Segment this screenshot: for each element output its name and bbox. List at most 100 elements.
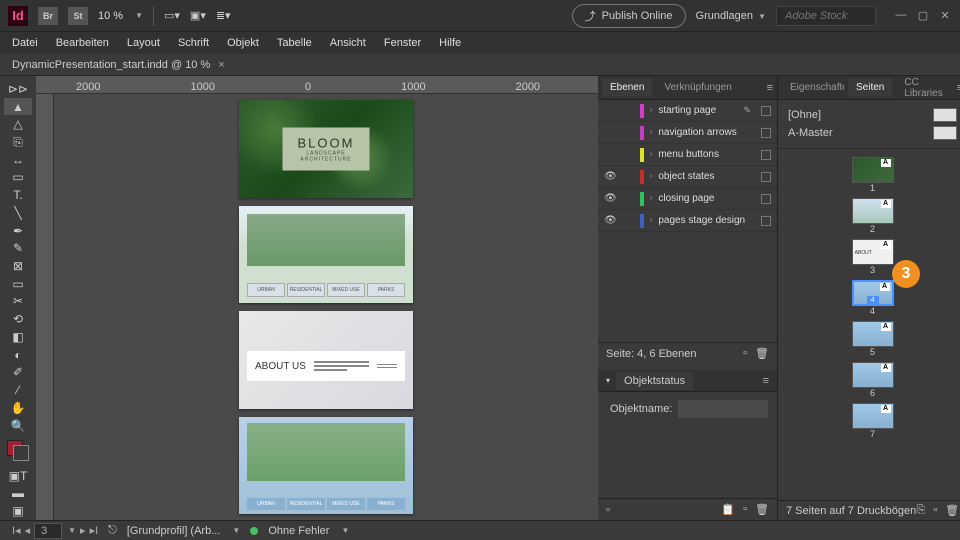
expand-arrow-icon[interactable]: › [650, 173, 652, 180]
menu-fenster[interactable]: Fenster [384, 37, 421, 49]
preflight-text[interactable]: Ohne Fehler [268, 525, 329, 537]
master-none[interactable]: [Ohne] [788, 109, 821, 121]
menu-hilfe[interactable]: Hilfe [439, 37, 461, 49]
menu-ansicht[interactable]: Ansicht [330, 37, 366, 49]
page-thumbnail[interactable]: A [852, 239, 894, 265]
stock-icon[interactable]: St [68, 7, 88, 25]
zoom-tool[interactable]: 🔍 [4, 417, 32, 435]
document-canvas[interactable]: 200010000100020003000 BLOOMLANDSCAPE ARC… [36, 76, 598, 520]
close-tab-icon[interactable]: × [218, 59, 224, 71]
selection-indicator[interactable] [761, 106, 771, 116]
pasteboard[interactable]: BLOOMLANDSCAPE ARCHITECTURE URBANRESIDEN… [54, 94, 598, 520]
layer-name[interactable]: closing page [658, 193, 755, 204]
page-spread-3[interactable]: ABOUT US [239, 311, 413, 409]
content-collector-tool[interactable]: ▭ [4, 169, 32, 187]
workspace-switcher[interactable]: Grundlagen ▼ [696, 10, 766, 22]
menu-bearbeiten[interactable]: Bearbeiten [56, 37, 109, 49]
expand-arrow-icon[interactable]: › [650, 129, 652, 136]
layer-name[interactable]: pages stage design [658, 215, 755, 226]
visibility-icon[interactable]: 👁 [604, 171, 616, 182]
panel-menu-icon[interactable]: ≡ [767, 82, 773, 94]
selection-tool[interactable]: ▲ [4, 98, 32, 116]
direct-selection-tool[interactable]: △ [4, 115, 32, 133]
panel-menu-icon[interactable]: ≡ [763, 375, 769, 387]
prev-page-icon[interactable]: ◂ [25, 524, 31, 537]
expand-arrow-icon[interactable]: › [650, 107, 652, 114]
arrange-icon[interactable]: ≣▾ [216, 9, 231, 22]
minimize-icon[interactable]: — [894, 9, 908, 22]
default-fill-icon[interactable]: ▬ [4, 485, 32, 503]
trash-icon[interactable]: 🗑 [755, 503, 769, 516]
master-a[interactable]: A-Master [788, 127, 833, 139]
layer-row[interactable]: ›navigation arrows [598, 122, 777, 144]
open-icon[interactable]: ⎋ [108, 524, 117, 537]
publish-online-button[interactable]: ⤴ Publish Online [572, 4, 686, 28]
zoom-level[interactable]: 10 % [98, 10, 123, 22]
tab-cc-libraries[interactable]: CC Libraries [896, 73, 952, 103]
collapse-icon[interactable]: ▾ [606, 376, 610, 385]
expand-arrow-icon[interactable]: › [650, 195, 652, 202]
expand-arrow-icon[interactable]: › [650, 217, 652, 224]
page-navigator[interactable]: I◂ ◂ 3 ▼ ▸ ▸I [12, 523, 98, 539]
paste-icon[interactable]: 📋 [721, 503, 735, 516]
last-page-icon[interactable]: ▸I [90, 524, 99, 537]
tab-verknuepfungen[interactable]: Verknüpfungen [656, 78, 739, 97]
maximize-icon[interactable]: ▢ [916, 9, 930, 22]
apply-color-icon[interactable]: ▣T [4, 467, 32, 485]
new-state-icon[interactable]: ▫ [606, 504, 610, 516]
master-thumb[interactable] [933, 126, 957, 140]
trash-icon[interactable]: 🗑 [755, 347, 769, 360]
menu-schrift[interactable]: Schrift [178, 37, 209, 49]
page-thumbnail[interactable]: A [852, 321, 894, 347]
note-tool[interactable]: ✐ [4, 364, 32, 382]
gap-tool[interactable]: ↔ [4, 151, 32, 169]
type-tool[interactable]: T. [4, 186, 32, 204]
layer-row[interactable]: 👁›object states [598, 166, 777, 188]
page-spread-2[interactable]: URBANRESIDENTIALMIXED USEPARKS [239, 206, 413, 304]
page-thumbnail[interactable]: A [852, 403, 894, 429]
document-tab[interactable]: DynamicPresentation_start.indd @ 10 % × [12, 59, 225, 71]
expand-arrow-icon[interactable]: › [650, 151, 652, 158]
edit-page-icon[interactable]: ⎘ [916, 504, 925, 517]
selection-indicator[interactable] [761, 150, 771, 160]
fill-stroke-swatch[interactable] [7, 440, 29, 461]
first-page-icon[interactable]: I◂ [12, 524, 21, 537]
tab-ebenen[interactable]: Ebenen [602, 78, 652, 97]
pencil-tool[interactable]: ✎ [4, 239, 32, 257]
menu-datei[interactable]: Datei [12, 37, 38, 49]
page-spread-4[interactable]: URBANRESIDENTIALMIXED USEPARKS [239, 417, 413, 515]
tab-eigenschaften[interactable]: Eigenschaften [782, 78, 844, 97]
master-thumb[interactable] [933, 108, 957, 122]
layer-name[interactable]: starting page [658, 105, 737, 116]
rectangle-tool[interactable]: ▭ [4, 275, 32, 293]
menu-tabelle[interactable]: Tabelle [277, 37, 312, 49]
rectangle-frame-tool[interactable]: ⊠ [4, 257, 32, 275]
free-transform-tool[interactable]: ⟲ [4, 310, 32, 328]
selection-indicator[interactable] [761, 172, 771, 182]
selection-indicator[interactable] [761, 216, 771, 226]
objectname-input[interactable] [678, 400, 768, 418]
line-tool[interactable]: ╲ [4, 204, 32, 222]
page-spread-1[interactable]: BLOOMLANDSCAPE ARCHITECTURE [239, 100, 413, 198]
page-thumbnail[interactable]: A [852, 362, 894, 388]
eyedropper-tool[interactable]: ⁄ [4, 381, 32, 399]
layer-row[interactable]: 👁›pages stage design [598, 210, 777, 232]
new-layer-icon[interactable]: ▫ [743, 347, 747, 360]
page-thumbnail[interactable]: A4 [852, 280, 894, 306]
tab-seiten[interactable]: Seiten [848, 78, 892, 97]
expand-icon[interactable]: ⊳⊳ [4, 80, 32, 98]
scissors-tool[interactable]: ✂ [4, 293, 32, 311]
new-page-icon[interactable]: ▫ [933, 504, 937, 517]
gradient-feather-tool[interactable]: ◐ [4, 346, 32, 364]
menu-layout[interactable]: Layout [127, 37, 160, 49]
view-options-icon[interactable]: ▭▾ [164, 9, 180, 22]
layer-row[interactable]: ›menu buttons [598, 144, 777, 166]
screen-mode-icon[interactable]: ▣▾ [190, 9, 206, 22]
pen-tool[interactable]: ✒ [4, 222, 32, 240]
selection-indicator[interactable] [761, 194, 771, 204]
menu-objekt[interactable]: Objekt [227, 37, 259, 49]
close-icon[interactable]: ✕ [938, 9, 952, 22]
page-thumbnail[interactable]: A [852, 198, 894, 224]
layer-row[interactable]: ›starting page✎ [598, 100, 777, 122]
trash-icon[interactable]: 🗑 [945, 504, 959, 517]
